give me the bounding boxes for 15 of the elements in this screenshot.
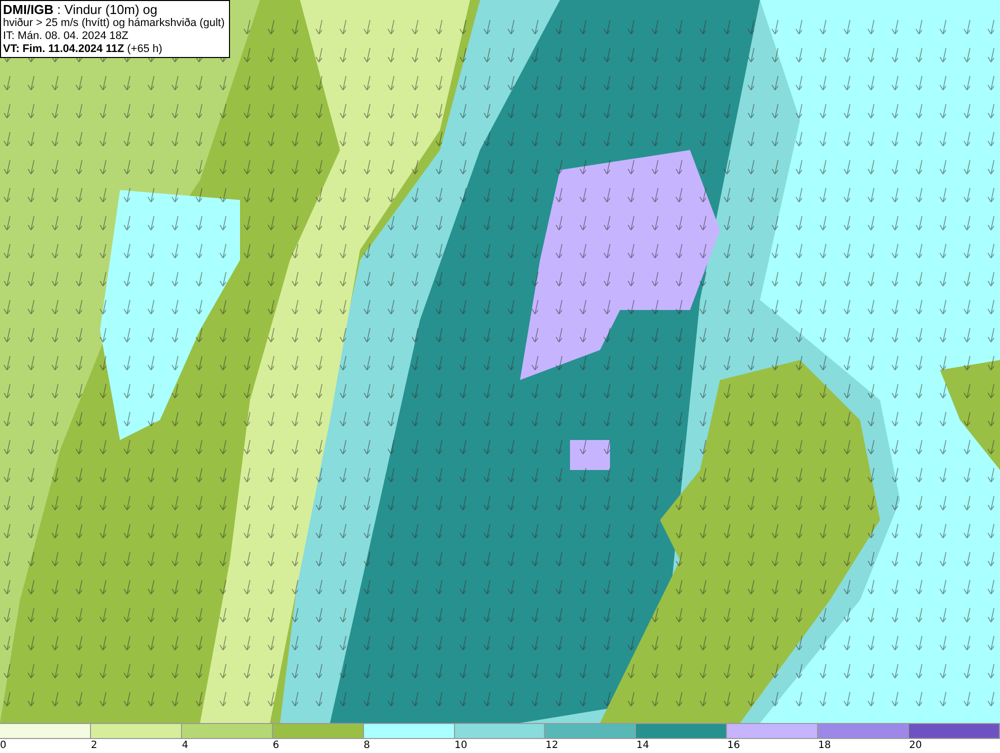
scale-label: 12 <box>545 739 558 753</box>
scale-label: 8 <box>364 739 370 753</box>
scale-label: 10 <box>454 739 468 753</box>
header-text: VT: Fim. 11.04.2024 11Z (+65 h) <box>3 43 164 56</box>
scale-label: 16 <box>727 739 740 753</box>
header-text: IT: Mán. 08. 04. 2024 18Z <box>3 30 130 43</box>
scale-label: 6 <box>272 739 280 753</box>
scale-label: 0 <box>0 739 6 753</box>
scale-label: 20 <box>909 739 922 753</box>
scale-label: 2 <box>90 739 98 753</box>
scale-label: 14 <box>636 739 650 753</box>
scale-label: 4 <box>182 739 188 753</box>
scale-label: 18 <box>818 739 831 753</box>
header-text: DMI/IGB : Vindur (10m) og <box>3 2 158 17</box>
header-text: hviður > 25 m/s (hvítt) og hámarkshviða (gult) <box>3 17 225 30</box>
